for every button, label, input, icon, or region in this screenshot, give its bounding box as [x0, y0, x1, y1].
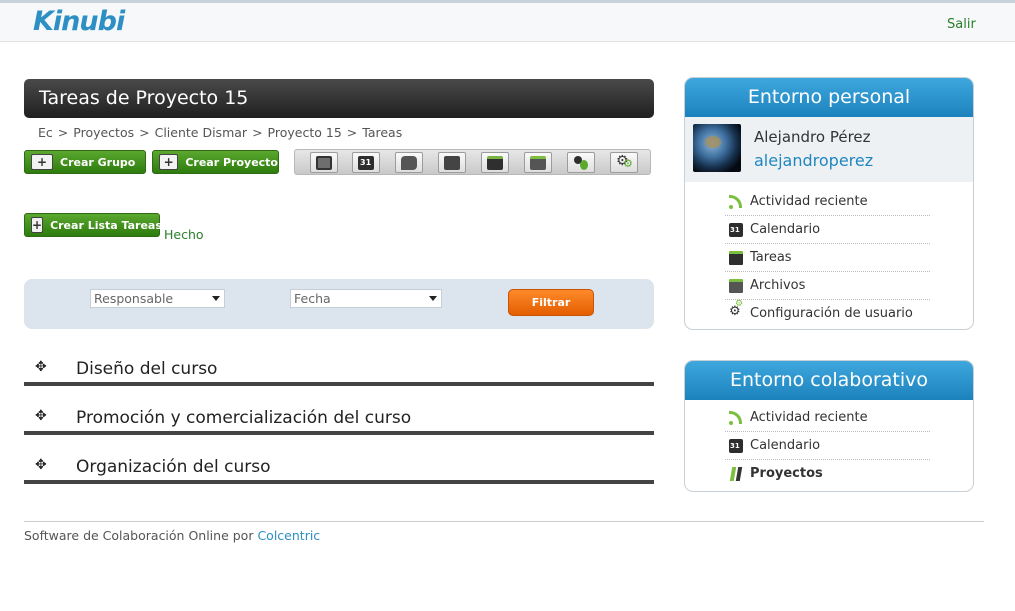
filter-button[interactable]: Filtrar — [508, 289, 594, 316]
user-full-name: Alejandro Pérez — [754, 128, 871, 146]
create-task-list-button[interactable]: + Crear Lista Tareas — [24, 213, 162, 237]
collab-item-projects[interactable]: Proyectos — [725, 460, 930, 488]
done-link[interactable]: Hecho — [164, 227, 204, 242]
calendar-icon — [729, 223, 743, 237]
toolbar-people-button[interactable] — [567, 152, 595, 173]
gear-icon — [729, 299, 743, 321]
task-list-add-icon: + — [31, 217, 44, 233]
page-title-bar: Tareas de Proyecto 15 — [24, 79, 654, 118]
create-task-list-label: Crear Lista Tareas — [50, 218, 162, 232]
messages-icon — [401, 155, 417, 170]
toolbar-tasks-button[interactable] — [481, 152, 509, 173]
create-group-button[interactable]: + Crear Grupo — [24, 150, 146, 174]
task-list[interactable]: ✥ Promoción y comercialización del curso — [24, 405, 654, 435]
responsible-select-value: Responsable — [94, 291, 174, 306]
breadcrumb-item-ec[interactable]: Ec — [38, 125, 53, 140]
breadcrumb-item-proyectos[interactable]: Proyectos — [73, 125, 134, 140]
menu-item-label: Tareas — [750, 250, 792, 265]
task-list[interactable]: ✥ Organización del curso — [24, 454, 654, 484]
collab-item-calendar[interactable]: Calendario — [725, 432, 930, 460]
collab-item-activity[interactable]: Actividad reciente — [725, 404, 930, 432]
avatar[interactable] — [693, 124, 741, 172]
personal-item-tasks[interactable]: Tareas — [725, 244, 930, 272]
personal-item-calendar[interactable]: Calendario — [725, 216, 930, 244]
footer-text: Software de Colaboración Online por — [24, 528, 258, 543]
personal-item-files[interactable]: Archivos — [725, 272, 930, 300]
page-title: Tareas de Proyecto 15 — [39, 87, 249, 109]
personal-item-settings[interactable]: Configuración de usuario — [725, 299, 930, 328]
task-list[interactable]: ✥ Diseño del curso — [24, 356, 654, 386]
overview-icon — [316, 155, 332, 170]
menu-item-label: Archivos — [750, 278, 806, 293]
toolbar-messages-button[interactable] — [395, 152, 423, 173]
create-project-button[interactable]: + Crear Proyecto — [152, 150, 279, 174]
personal-item-activity[interactable]: Actividad reciente — [725, 188, 930, 216]
toolbar-notes-button[interactable] — [438, 152, 466, 173]
username-link[interactable]: alejandroperez — [754, 151, 873, 170]
files-icon — [729, 279, 743, 293]
tasks-icon — [487, 155, 503, 170]
collab-panel: Entorno colaborativo Actividad reciente … — [684, 360, 974, 492]
project-add-icon: + — [159, 154, 179, 170]
responsible-select[interactable]: Responsable — [90, 289, 225, 308]
calendar-icon — [358, 155, 374, 170]
project-toolbar — [294, 149, 651, 175]
create-project-label: Crear Proyecto — [185, 155, 278, 169]
toolbar-files-button[interactable] — [524, 152, 552, 173]
task-list-name[interactable]: Promoción y comercialización del curso — [76, 408, 411, 428]
footer-link[interactable]: Colcentric — [257, 528, 320, 543]
breadcrumb-separator: > — [346, 125, 358, 140]
breadcrumb-separator: > — [139, 125, 150, 140]
footer: Software de Colaboración Online por Colc… — [24, 528, 320, 543]
date-select-value: Fecha — [294, 291, 331, 306]
chevron-down-icon — [212, 296, 220, 301]
move-handle-icon[interactable]: ✥ — [35, 359, 47, 375]
menu-item-label: Actividad reciente — [750, 194, 868, 209]
breadcrumb-item-cliente[interactable]: Cliente Dismar — [155, 125, 247, 140]
settings-icon — [616, 153, 633, 170]
user-profile: Alejandro Pérez alejandroperez — [685, 117, 973, 182]
menu-item-label: Configuración de usuario — [750, 306, 913, 321]
menu-item-label: Proyectos — [750, 466, 823, 481]
collab-panel-title: Entorno colaborativo — [685, 361, 973, 400]
move-handle-icon[interactable]: ✥ — [35, 408, 47, 424]
group-add-icon: + — [31, 154, 53, 170]
tasks-icon — [729, 251, 743, 265]
breadcrumb-item-proyecto[interactable]: Proyecto 15 — [268, 125, 342, 140]
collab-menu: Actividad reciente Calendario Proyectos — [685, 400, 973, 491]
logout-link[interactable]: Salir — [947, 17, 976, 32]
create-group-label: Crear Grupo — [60, 155, 136, 169]
breadcrumb: Ec > Proyectos > Cliente Dismar > Proyecto 15 >… — [38, 125, 402, 140]
task-list-name[interactable]: Organización del curso — [76, 457, 271, 477]
files-icon — [530, 155, 546, 170]
toolbar-calendar-button[interactable] — [352, 152, 380, 173]
top-bar: Kinubi Salir — [0, 0, 1015, 42]
footer-divider — [24, 521, 984, 522]
people-icon — [573, 155, 589, 170]
calendar-icon — [729, 439, 743, 453]
filter-panel: Responsable Fecha Filtrar — [24, 279, 654, 329]
menu-item-label: Calendario — [750, 438, 821, 453]
date-select[interactable]: Fecha — [290, 289, 442, 308]
move-handle-icon[interactable]: ✥ — [35, 457, 47, 473]
chevron-down-icon — [429, 296, 437, 301]
breadcrumb-separator: > — [57, 125, 69, 140]
rss-icon — [729, 195, 743, 209]
toolbar-overview-button[interactable] — [310, 152, 338, 173]
personal-panel: Entorno personal Alejandro Pérez alejand… — [684, 77, 974, 330]
personal-panel-title: Entorno personal — [685, 78, 973, 117]
breadcrumb-separator: > — [252, 125, 263, 140]
personal-menu: Actividad reciente Calendario Tareas Arc… — [685, 182, 973, 329]
breadcrumb-item-tareas: Tareas — [362, 125, 403, 140]
logo[interactable]: Kinubi — [33, 6, 125, 37]
toolbar-settings-button[interactable] — [610, 152, 638, 173]
menu-item-label: Calendario — [750, 222, 821, 237]
projects-icon — [729, 467, 743, 481]
notes-icon — [444, 155, 460, 170]
menu-item-label: Actividad reciente — [750, 410, 868, 425]
task-list-name[interactable]: Diseño del curso — [76, 359, 217, 379]
rss-icon — [729, 411, 743, 425]
